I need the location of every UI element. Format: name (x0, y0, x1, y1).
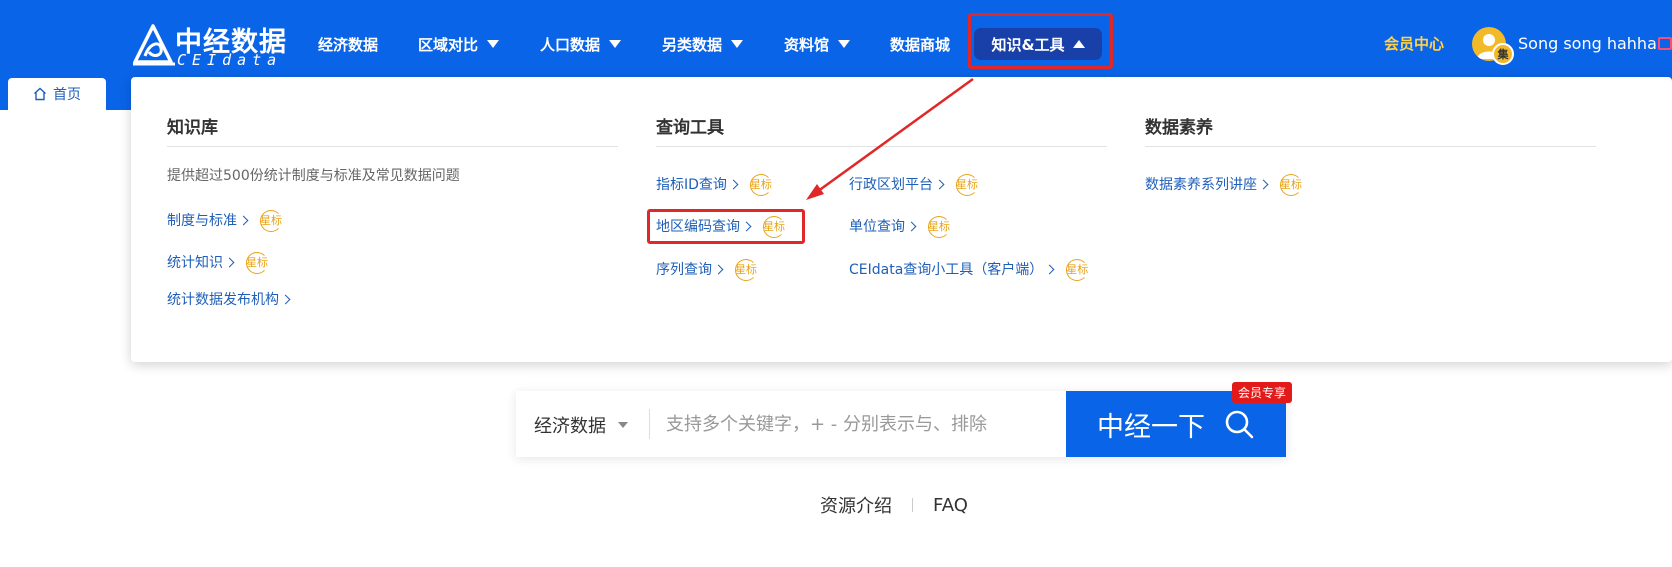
divider (656, 146, 1107, 147)
nav-alternative-data[interactable]: 另类数据 (662, 33, 744, 55)
username[interactable]: Song song hahha (1518, 34, 1657, 53)
link-label: 统计知识 (167, 255, 223, 271)
link-label: 行政区划平台 (849, 177, 933, 193)
divider (1145, 146, 1596, 147)
link-label: 指标ID查询 (656, 177, 727, 193)
link-label: 地区编码查询 (656, 219, 740, 235)
star-mark[interactable]: 星标 (924, 215, 954, 238)
chevron-right-icon (713, 264, 724, 274)
chevron-right-icon (728, 179, 739, 189)
search-input[interactable] (666, 405, 1056, 443)
star-mark[interactable]: 星标 (746, 173, 776, 196)
link-label: 制度与标准 (167, 213, 237, 229)
link-series-query[interactable]: 序列查询 星标 (656, 258, 761, 281)
star-mark[interactable]: 星标 (1062, 258, 1092, 281)
star-mark[interactable]: 星标 (242, 251, 272, 274)
faq-link[interactable]: FAQ (933, 495, 968, 516)
logo-text-en: CEIdata (177, 51, 283, 69)
caret-up-icon (1072, 40, 1085, 48)
link-data-literacy-lectures[interactable]: 数据素养系列讲座 星标 (1145, 173, 1306, 196)
resource-intro-link[interactable]: 资源介绍 (820, 492, 892, 518)
link-label: 序列查询 (656, 262, 712, 278)
nav-label: 另类数据 (662, 35, 723, 54)
mail-icon[interactable] (1658, 37, 1672, 50)
search-button-label: 中经一下 (1097, 411, 1205, 443)
knowledge-title: 知识库 (167, 118, 218, 138)
divider (649, 409, 650, 439)
link-unit-query[interactable]: 单位查询 星标 (849, 215, 954, 238)
star-mark[interactable]: 星标 (256, 209, 286, 232)
member-center-link[interactable]: 会员中心 (1384, 33, 1444, 54)
nav-label: 人口数据 (540, 35, 601, 54)
star-mark[interactable]: 星标 (1276, 173, 1306, 196)
star-mark[interactable]: 星标 (731, 258, 761, 281)
star-mark[interactable]: 星标 (952, 173, 982, 196)
literacy-title: 数据素养 (1145, 118, 1213, 138)
chevron-right-icon (741, 221, 752, 231)
nav-library[interactable]: 资料馆 (784, 33, 851, 55)
nav-region-compare[interactable]: 区域对比 (418, 33, 500, 55)
link-label: 数据素养系列讲座 (1145, 177, 1257, 193)
nav-label: 知识&工具 (991, 35, 1065, 54)
tab-home[interactable]: 首页 (8, 78, 106, 110)
avatar-badge: 集 (1492, 43, 1514, 65)
nav-knowledge-tools[interactable]: 知识&工具 (974, 28, 1102, 60)
triangle-down-icon (618, 422, 628, 428)
chevron-right-icon (280, 294, 291, 304)
nav-label: 区域对比 (418, 35, 479, 54)
link-stat-knowledge[interactable]: 统计知识 星标 (167, 251, 272, 274)
chevron-right-icon (934, 179, 945, 189)
nav-population-data[interactable]: 人口数据 (540, 33, 622, 55)
link-indicator-id-query[interactable]: 指标ID查询 星标 (656, 173, 776, 196)
nav-economic-data[interactable]: 经济数据 (318, 33, 378, 55)
caret-down-icon (731, 40, 744, 48)
nav-data-mall[interactable]: 数据商城 (890, 33, 950, 55)
logo-mark-icon (133, 24, 175, 66)
caret-down-icon (487, 40, 500, 48)
caret-down-icon (609, 40, 622, 48)
link-label: CEIdata查询小工具（客户端） (849, 262, 1044, 278)
footer-links: 资源介绍 FAQ (820, 492, 968, 518)
link-region-code-query[interactable]: 地区编码查询 星标 (656, 215, 789, 238)
caret-down-icon (838, 40, 851, 48)
chevron-right-icon (224, 257, 235, 267)
link-admin-division-platform[interactable]: 行政区划平台 星标 (849, 173, 982, 196)
tools-title: 查询工具 (656, 118, 724, 138)
link-ceidata-client-tool[interactable]: CEIdata查询小工具（客户端） 星标 (849, 258, 1092, 281)
nav-label: 资料馆 (784, 35, 830, 54)
chevron-right-icon (238, 215, 249, 225)
link-standards[interactable]: 制度与标准 星标 (167, 209, 286, 232)
link-publishing-agencies[interactable]: 统计数据发布机构 (167, 288, 298, 310)
nav-label: 数据商城 (890, 35, 951, 54)
divider (912, 498, 913, 512)
knowledge-tools-dropdown: 知识库 提供超过500份统计制度与标准及常见数据问题 制度与标准 星标 统计知识… (131, 77, 1672, 362)
divider (167, 146, 618, 147)
home-icon (34, 87, 46, 101)
search-category-select[interactable]: 经济数据 (534, 412, 628, 438)
link-label: 单位查询 (849, 219, 905, 235)
chevron-right-icon (1044, 264, 1055, 274)
tab-label: 首页 (53, 87, 81, 103)
search-category-label: 经济数据 (534, 416, 606, 437)
star-mark[interactable]: 星标 (759, 215, 789, 238)
link-label: 统计数据发布机构 (167, 292, 279, 308)
knowledge-desc: 提供超过500份统计制度与标准及常见数据问题 (167, 168, 460, 184)
search-icon (1225, 410, 1254, 439)
chevron-right-icon (906, 221, 917, 231)
chevron-right-icon (1258, 179, 1269, 189)
nav-label: 经济数据 (318, 35, 379, 54)
vip-exclusive-badge: 会员专享 (1232, 382, 1293, 403)
logo[interactable]: 中经数据 CEIdata (131, 20, 287, 69)
